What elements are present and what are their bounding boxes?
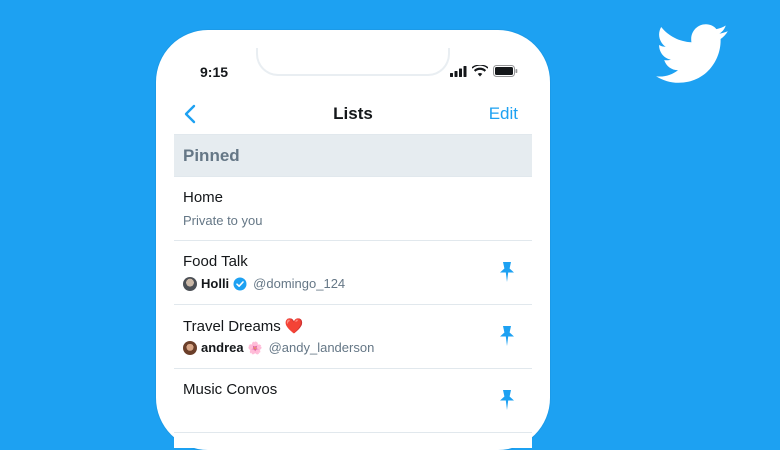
list-owner: andrea 🌸 @andy_landerson — [183, 340, 374, 355]
owner-name: andrea — [201, 340, 244, 355]
pin-icon[interactable] — [498, 261, 516, 283]
twitter-bird-icon — [656, 24, 728, 83]
list-title: Food Talk — [183, 253, 248, 270]
cellular-signal-icon — [450, 65, 467, 77]
edit-button[interactable]: Edit — [489, 104, 518, 124]
status-time: 9:15 — [200, 64, 229, 80]
list-title: Travel Dreams — [183, 318, 281, 335]
phone-frame: 9:15 Lists Edit Pinned Home Private to y… — [156, 30, 550, 450]
list-item-home[interactable]: Home Private to you — [174, 177, 532, 241]
nav-bar: Lists Edit — [174, 94, 532, 135]
heart-emoji: ❤️ — [284, 318, 304, 335]
pin-icon[interactable] — [498, 389, 516, 411]
phone-screen: 9:15 Lists Edit Pinned Home Private to y… — [174, 48, 532, 448]
page-title: Lists — [333, 104, 373, 123]
owner-handle: @andy_landerson — [268, 340, 375, 355]
battery-icon — [493, 65, 518, 77]
verified-badge-icon — [233, 277, 247, 290]
avatar — [183, 276, 197, 291]
section-title: Pinned — [183, 146, 240, 165]
list-item-food-talk[interactable]: Food Talk Holli @domingo_124 — [174, 241, 532, 305]
list-owner: Holli @domingo_124 — [183, 276, 345, 291]
list-title: Home — [183, 189, 224, 206]
pin-icon[interactable] — [498, 325, 516, 347]
section-header-pinned: Pinned — [174, 135, 532, 177]
list-item-travel-dreams[interactable]: Travel Dreams ❤️ andrea 🌸 @andy_landerson — [174, 305, 532, 369]
owner-handle: @domingo_124 — [253, 276, 346, 291]
list-title: Music Convos — [183, 381, 278, 398]
status-icons — [450, 65, 518, 77]
flower-emoji: 🌸 — [247, 340, 263, 355]
list-item-music-convos[interactable]: Music Convos — [174, 369, 532, 433]
wifi-icon — [472, 65, 488, 77]
phone-notch — [256, 48, 450, 76]
avatar — [183, 340, 197, 355]
owner-name: Holli — [201, 276, 230, 291]
list-subtitle: Private to you — [183, 213, 263, 228]
list-title-row: Travel Dreams ❤️ — [183, 317, 303, 335]
